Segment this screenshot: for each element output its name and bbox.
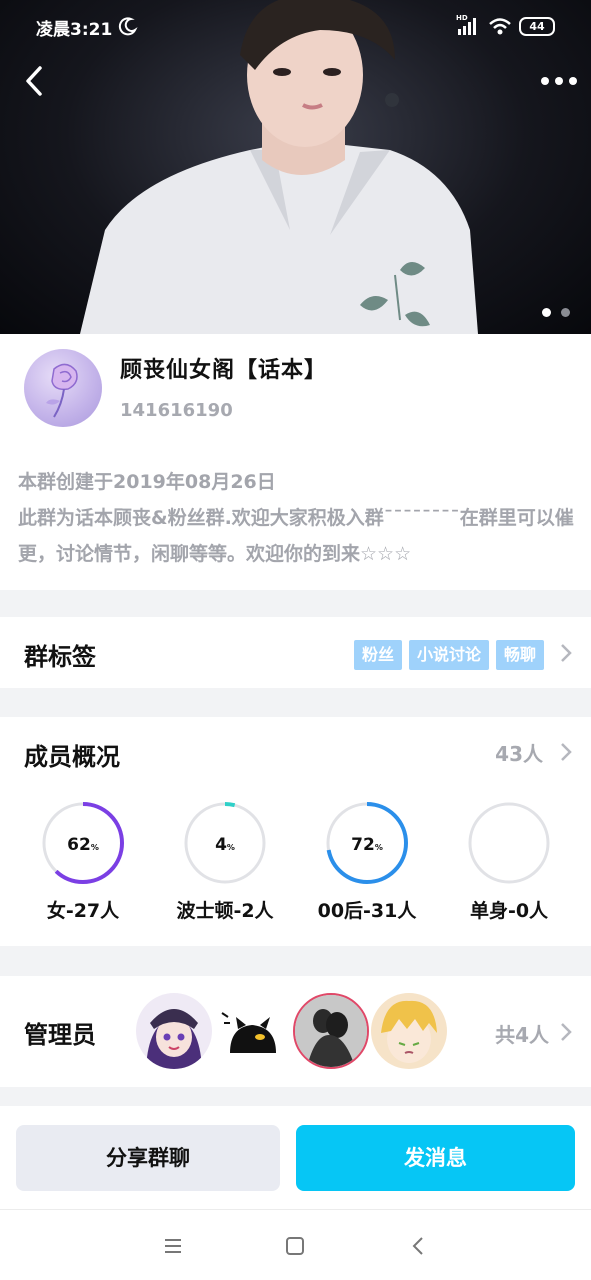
send-message-button[interactable]: 发消息: [296, 1125, 575, 1191]
group-tags-title: 群标签: [24, 643, 96, 671]
carousel-dot[interactable]: [561, 308, 570, 317]
battery-indicator: 44: [519, 17, 555, 36]
black-cat-avatar-image: [221, 1012, 276, 1053]
back-arrow-icon[interactable]: [20, 64, 50, 98]
member-overview-section[interactable]: 成员概况 43人 62% 女-27人 4% 波士顿-2人 72% 00后-31人: [0, 717, 591, 946]
couple-photo-avatar-image: [295, 995, 367, 1067]
member-overview-title: 成员概况: [24, 743, 120, 771]
tag-list: 粉丝 小说讨论 畅聊: [353, 640, 544, 670]
chevron-right-icon: [561, 644, 572, 662]
status-bar: 凌晨3:21 HD 44: [0, 0, 591, 56]
admin-count: 共4人: [495, 1023, 549, 1047]
status-time: 凌晨3:21: [36, 20, 113, 40]
stat-label: 波士顿-2人: [176, 900, 274, 922]
group-cover-photo[interactable]: 凌晨3:21 HD 44: [0, 0, 591, 334]
chevron-right-icon: [561, 1023, 572, 1041]
carousel-page-indicator: [540, 308, 572, 318]
home-square-icon[interactable]: [284, 1235, 306, 1257]
anime-girl-avatar-image: [146, 1009, 202, 1069]
tag-chip: 小说讨论: [408, 640, 489, 670]
system-navigation-bar: [0, 1209, 591, 1280]
admin-avatar[interactable]: [136, 993, 212, 1069]
group-avatar[interactable]: [24, 349, 102, 427]
member-count: 43人: [495, 742, 543, 766]
do-not-disturb-moon-icon: [118, 17, 138, 36]
progress-ring: [468, 802, 550, 884]
menu-icon[interactable]: [162, 1235, 184, 1257]
group-name: 顾丧仙女阁【话本】: [120, 358, 328, 383]
admin-avatar[interactable]: [214, 993, 290, 1069]
admin-avatar[interactable]: [293, 993, 369, 1069]
rose-icon: [46, 363, 78, 418]
member-stat-location: 4% 波士顿-2人: [160, 801, 290, 922]
group-intro-text: 此群为话本顾丧&粉丝群.欢迎大家积极入群¯¯¯¯¯¯¯¯在群里可以催更，讨论情节…: [18, 507, 574, 565]
wifi-icon: [489, 18, 511, 35]
admins-title: 管理员: [24, 1021, 96, 1049]
stat-percent: 4%: [215, 835, 235, 855]
chevron-right-icon: [561, 743, 572, 761]
stat-percent: 62%: [67, 835, 99, 855]
tag-chip: 畅聊: [495, 640, 544, 670]
group-info-section: 顾丧仙女阁【话本】 141616190 本群创建于2019年08月26日 此群为…: [0, 334, 591, 590]
group-created-date: 本群创建于2019年08月26日: [18, 471, 276, 493]
stat-label: 00后-31人: [317, 900, 417, 922]
stat-label: 单身-0人: [469, 900, 549, 922]
anime-boy-avatar-image: [381, 1000, 437, 1063]
cellular-signal-icon: [458, 18, 476, 35]
member-stat-single: 单身-0人: [444, 801, 574, 922]
share-group-button[interactable]: 分享群聊: [16, 1125, 280, 1191]
group-id[interactable]: 141616190: [120, 400, 233, 421]
group-description: 本群创建于2019年08月26日 此群为话本顾丧&粉丝群.欢迎大家积极入群¯¯¯…: [18, 464, 578, 572]
member-stat-age: 72% 00后-31人: [302, 801, 432, 922]
carousel-dot-active[interactable]: [542, 308, 551, 317]
back-chevron-icon[interactable]: [408, 1235, 430, 1257]
more-options-icon[interactable]: [540, 72, 578, 90]
admins-section[interactable]: 管理员 共4人: [0, 976, 591, 1087]
tag-chip: 粉丝: [353, 640, 402, 670]
stat-percent: 72%: [351, 835, 383, 855]
group-tags-row[interactable]: 群标签 粉丝 小说讨论 畅聊: [0, 617, 591, 688]
admin-avatar[interactable]: [371, 993, 447, 1069]
stat-label: 女-27人: [46, 900, 120, 922]
battery-level: 44: [529, 20, 545, 33]
action-bar: 分享群聊 发消息: [0, 1106, 591, 1209]
member-stat-female: 62% 女-27人: [18, 801, 148, 922]
